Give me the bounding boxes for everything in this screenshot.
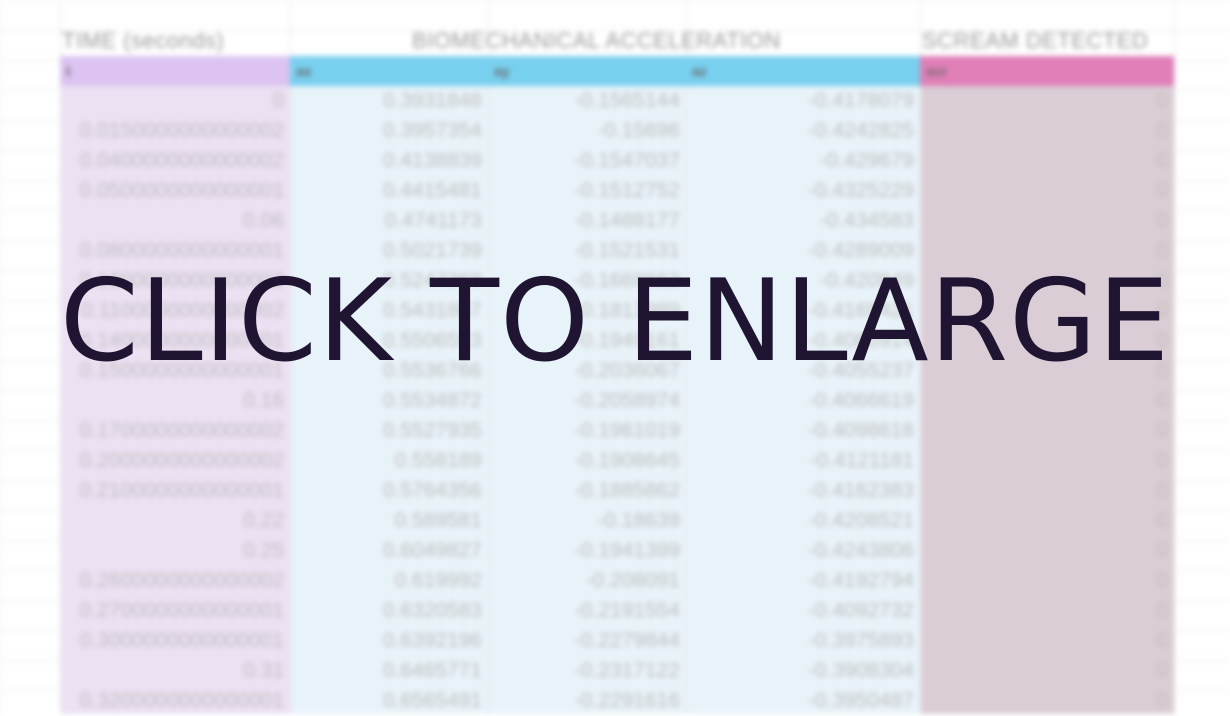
click-to-enlarge-label[interactable]: CLICK TO ENLARGE (60, 255, 1170, 387)
click-to-enlarge-overlay[interactable]: CLICK TO ENLARGE (0, 0, 1230, 714)
